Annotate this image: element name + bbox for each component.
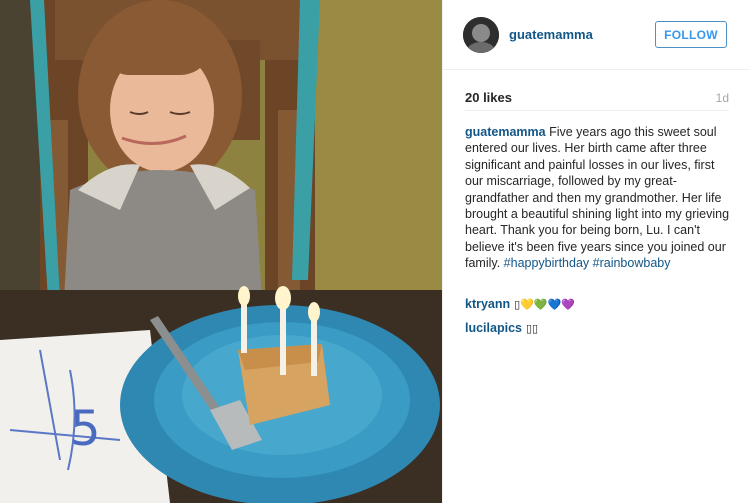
post-age[interactable]: 1d xyxy=(716,91,729,105)
comment-username[interactable]: lucilapics xyxy=(465,321,522,335)
hashtag-happybirthday[interactable]: #happybirthday xyxy=(504,256,589,270)
post-header: guatemamma FOLLOW xyxy=(443,0,750,70)
username-link[interactable]: guatemamma xyxy=(509,27,593,42)
post-caption: guatemamma Five years ago this sweet sou… xyxy=(465,124,731,272)
caption-text: Five years ago this sweet soul entered o… xyxy=(465,125,730,271)
follow-button[interactable]: FOLLOW xyxy=(655,21,727,48)
caption-username[interactable]: guatemamma xyxy=(465,125,546,139)
post-stats: 20 likes 1d xyxy=(465,90,729,111)
hashtag-rainbowbaby[interactable]: #rainbowbaby xyxy=(593,256,671,270)
avatar-image xyxy=(463,17,499,53)
comment-text: ▯▯ xyxy=(525,322,539,335)
avatar[interactable] xyxy=(463,17,499,53)
post-sidebar: guatemamma FOLLOW 20 likes 1d guatemamma… xyxy=(442,0,750,503)
post-photo[interactable]: 5 xyxy=(0,0,442,503)
comment-item: lucilapics ▯▯ xyxy=(465,320,731,337)
likes-count[interactable]: 20 likes xyxy=(465,90,512,105)
birthday-photo: 5 xyxy=(0,0,442,503)
comment-text: ▯💛💚💙💜 xyxy=(514,298,575,311)
comment-username[interactable]: ktryann xyxy=(465,297,510,311)
comment-item: ktryann ▯💛💚💙💜 xyxy=(465,296,731,313)
napkin-drawing: 5 xyxy=(70,401,101,457)
